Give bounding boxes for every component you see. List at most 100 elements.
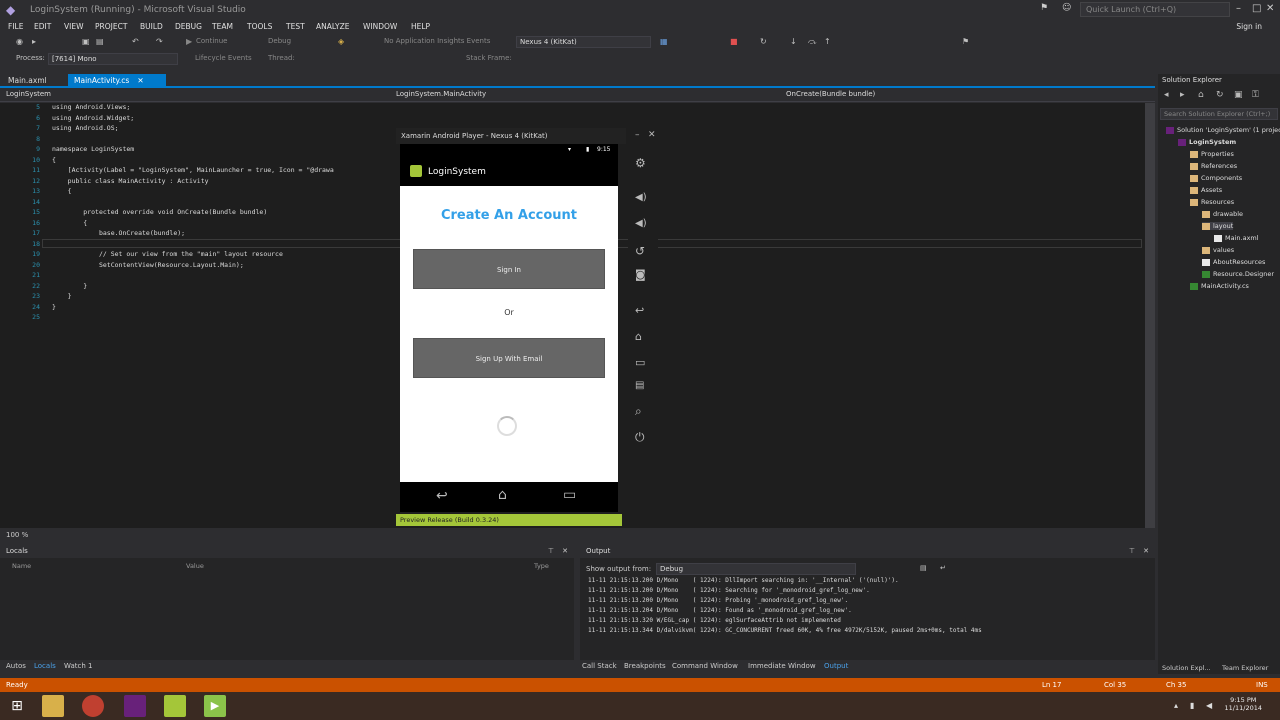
recents-icon[interactable]: ▭ — [635, 356, 645, 369]
attach-icon[interactable]: ◈ — [338, 37, 344, 46]
continue-icon[interactable]: ▶ — [186, 37, 192, 46]
tree-item[interactable]: Solution 'LoginSystem' (1 project) — [1166, 126, 1280, 134]
menu-view[interactable]: VIEW — [64, 22, 84, 31]
tab-output[interactable]: Output — [824, 662, 848, 670]
tree-item[interactable]: Components — [1190, 174, 1242, 182]
code-line[interactable]: { — [52, 187, 72, 195]
home-icon[interactable]: ⌂ — [1198, 90, 1204, 100]
tab-command-window[interactable]: Command Window — [672, 662, 738, 670]
volume-icon[interactable]: ◀ — [1206, 701, 1212, 710]
refresh-icon[interactable]: ↻ — [1216, 90, 1224, 100]
tab-watch-1[interactable]: Watch 1 — [64, 662, 92, 670]
save-icon[interactable]: ▣ — [82, 37, 90, 46]
tab-autos[interactable]: Autos — [6, 662, 26, 670]
tray-arrow-icon[interactable]: ▴ — [1174, 701, 1178, 710]
tree-item[interactable]: Resources — [1190, 198, 1234, 206]
back-nav-icon[interactable]: ↩ — [436, 488, 448, 504]
visual-studio-icon[interactable] — [124, 695, 146, 717]
code-line[interactable]: [Activity(Label = "LoginSystem", MainLau… — [52, 166, 334, 174]
redo-icon[interactable]: ↷ — [156, 37, 163, 46]
menu-debug[interactable]: DEBUG — [175, 22, 202, 31]
member-dropdown[interactable]: OnCreate(Bundle bundle) — [786, 90, 875, 98]
android-sdk-icon[interactable] — [164, 695, 186, 717]
back-icon[interactable]: ↩ — [635, 304, 644, 317]
project-dropdown[interactable]: LoginSystem — [6, 90, 51, 98]
home-icon[interactable]: ⌂ — [635, 330, 642, 343]
code-line[interactable]: protected override void OnCreate(Bundle … — [52, 208, 267, 216]
tab-breakpoints[interactable]: Breakpoints — [624, 662, 666, 670]
save-all-icon[interactable]: ▤ — [96, 37, 104, 46]
code-line[interactable]: { — [52, 156, 56, 164]
column-value[interactable]: Value — [186, 562, 204, 570]
taskbar-clock[interactable]: 9:15 PM 11/11/2014 — [1225, 696, 1262, 712]
stop-debug-icon[interactable]: ■ — [730, 37, 738, 46]
undo-icon[interactable]: ↶ — [132, 37, 139, 46]
solution-search-input[interactable]: Search Solution Explorer (Ctrl+;) — [1160, 108, 1278, 120]
sign-in-link[interactable]: Sign in — [1236, 22, 1262, 31]
code-line[interactable]: { — [52, 219, 87, 227]
code-line[interactable]: } — [52, 282, 87, 290]
rotate-icon[interactable]: ↺ — [635, 244, 645, 258]
camera-icon[interactable]: ◙ — [635, 268, 646, 281]
menu-file[interactable]: FILE — [8, 22, 23, 31]
config-select[interactable]: Debug — [268, 37, 291, 45]
settings-gear-icon[interactable]: ⚙ — [635, 156, 646, 170]
tab-team-explorer[interactable]: Team Explorer — [1222, 664, 1268, 672]
code-line[interactable]: using Android.Views; — [52, 103, 130, 111]
quick-launch-input[interactable]: Quick Launch (Ctrl+Q) — [1080, 2, 1230, 17]
tree-item[interactable]: MainActivity.cs — [1190, 282, 1249, 290]
menu-edit[interactable]: EDIT — [34, 22, 51, 31]
chrome-icon[interactable] — [82, 695, 104, 717]
collapse-all-icon[interactable]: ▣ — [1234, 90, 1243, 100]
menu-tools[interactable]: TOOLS — [247, 22, 272, 31]
insights-button[interactable]: No Application Insights Events — [384, 37, 490, 45]
minimize-icon[interactable]: – — [1236, 3, 1241, 14]
device-select[interactable]: Nexus 4 (KitKat) — [516, 36, 651, 48]
menu-window[interactable]: WINDOW — [363, 22, 397, 31]
close-icon[interactable]: ✕ — [1266, 3, 1274, 14]
tab-call-stack[interactable]: Call Stack — [582, 662, 617, 670]
tree-item[interactable]: References — [1190, 162, 1237, 170]
step-out-icon[interactable]: ↑ — [824, 37, 831, 46]
bookmark-icon[interactable]: ⚑ — [962, 37, 969, 46]
tree-item[interactable]: Properties — [1190, 150, 1234, 158]
pin-icon[interactable]: ⊤ — [1129, 547, 1135, 555]
zoom-level[interactable]: 100 % — [6, 531, 28, 539]
close-icon[interactable]: ✕ — [562, 547, 568, 555]
column-type[interactable]: Type — [534, 562, 549, 570]
menu-build[interactable]: BUILD — [140, 22, 163, 31]
close-icon[interactable]: ✕ — [648, 130, 656, 140]
sign-in-button[interactable]: Sign In — [413, 249, 605, 289]
tree-item[interactable]: AboutResources — [1202, 258, 1265, 266]
tab-immediate-window[interactable]: Immediate Window — [748, 662, 816, 670]
forward-icon[interactable]: ▸ — [32, 37, 36, 46]
tree-item[interactable]: values — [1202, 246, 1234, 254]
process-select[interactable]: [7614] Mono — [48, 53, 178, 65]
tree-item[interactable]: Resource.Designer — [1202, 270, 1274, 278]
code-line[interactable]: SetContentView(Resource.Layout.Main); — [52, 261, 244, 269]
code-line[interactable]: } — [52, 303, 56, 311]
back-icon[interactable]: ◂ — [1164, 90, 1169, 100]
restart-icon[interactable]: ↻ — [760, 37, 767, 46]
recents-nav-icon[interactable]: ▭ — [563, 487, 576, 503]
tab-solution-explorer[interactable]: Solution Expl... — [1162, 664, 1211, 672]
class-dropdown[interactable]: LoginSystem.MainActivity — [396, 90, 486, 98]
close-icon[interactable]: ✕ — [1143, 547, 1149, 555]
output-source-select[interactable]: Debug — [656, 563, 856, 575]
tab-main-axml[interactable]: Main.axml — [2, 74, 53, 87]
code-line[interactable]: public class MainActivity : Activity — [52, 177, 209, 185]
tab-locals[interactable]: Locals — [34, 662, 56, 670]
menu-team[interactable]: TEAM — [212, 22, 233, 31]
menu-icon[interactable]: ▤ — [635, 380, 644, 391]
properties-icon[interactable]: ⚿ — [1252, 90, 1259, 100]
tree-item[interactable]: drawable — [1202, 210, 1243, 218]
sign-up-email-button[interactable]: Sign Up With Email — [413, 338, 605, 378]
column-name[interactable]: Name — [12, 562, 31, 570]
maximize-icon[interactable]: □ — [1252, 3, 1261, 14]
notification-flag-icon[interactable]: ⚑ — [1040, 3, 1048, 13]
clear-all-icon[interactable]: ▤ — [920, 564, 927, 572]
menu-test[interactable]: TEST — [286, 22, 305, 31]
file-explorer-icon[interactable] — [42, 695, 64, 717]
word-wrap-icon[interactable]: ↵ — [940, 564, 946, 572]
code-line[interactable]: namespace LoginSystem — [52, 145, 134, 153]
